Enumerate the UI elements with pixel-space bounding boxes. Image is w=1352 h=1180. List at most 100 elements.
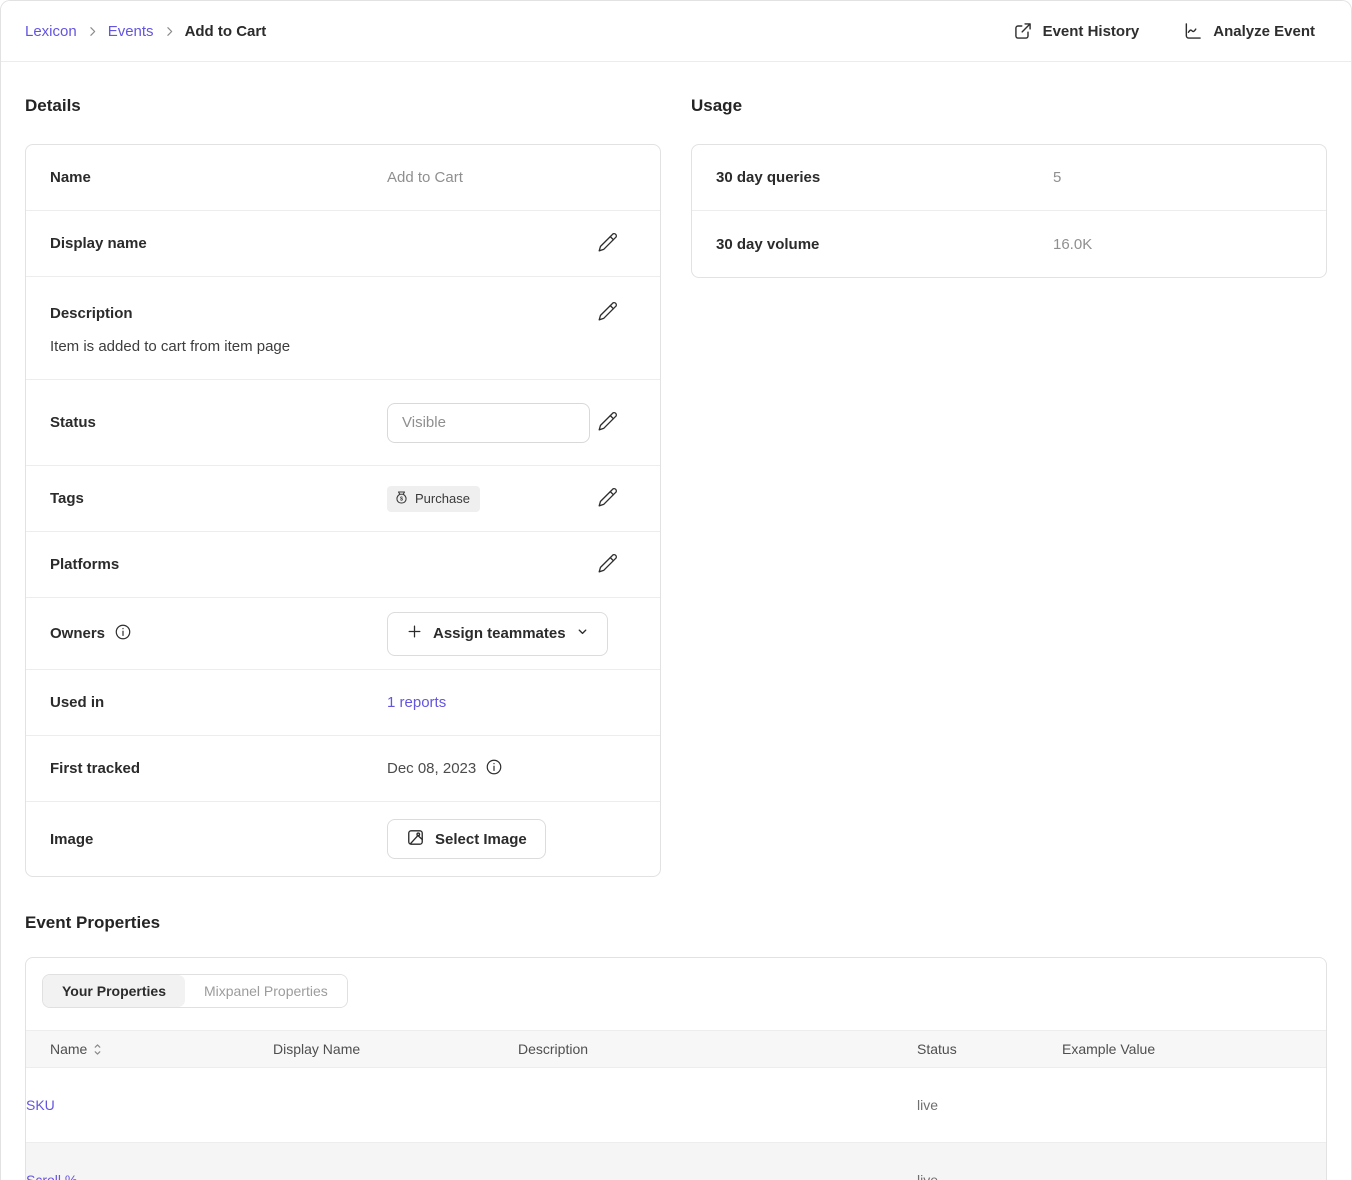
detail-row-owners: Owners Assign teammates xyxy=(26,598,660,670)
edit-tags-button[interactable] xyxy=(593,483,622,515)
external-link-icon xyxy=(1013,21,1033,41)
usage-row-volume: 30 day volume 16.0K xyxy=(692,211,1326,277)
topbar: Lexicon Events Add to Cart Event History xyxy=(1,1,1351,62)
image-label: Image xyxy=(50,831,387,848)
pencil-icon xyxy=(597,232,618,256)
plus-icon xyxy=(406,623,423,644)
property-link-sku[interactable]: SKU xyxy=(26,1097,55,1113)
detail-row-image: Image Select Image xyxy=(26,802,660,876)
pencil-icon xyxy=(597,487,618,511)
assign-teammates-button[interactable]: Assign teammates xyxy=(387,612,608,656)
breadcrumb-current-event: Add to Cart xyxy=(185,23,267,40)
info-icon xyxy=(114,623,132,644)
svg-text:$: $ xyxy=(400,496,403,502)
detail-row-tags: Tags $ Purchase xyxy=(26,466,660,532)
line-chart-icon xyxy=(1183,21,1203,41)
usage-heading: Usage xyxy=(691,93,1327,119)
info-icon xyxy=(485,758,503,779)
select-image-label: Select Image xyxy=(435,831,527,848)
first-tracked-label: First tracked xyxy=(50,760,387,777)
name-column-label: Name xyxy=(50,1041,87,1057)
details-card: Name Add to Cart Display name xyxy=(25,144,661,877)
tab-your-properties[interactable]: Your Properties xyxy=(43,975,185,1007)
platforms-label: Platforms xyxy=(50,556,387,573)
detail-row-platforms: Platforms xyxy=(26,532,660,598)
column-header-name[interactable]: Name xyxy=(26,1031,273,1068)
properties-table: Name Display Name Description Status Exa… xyxy=(26,1030,1326,1180)
edit-platforms-button[interactable] xyxy=(593,549,622,581)
queries-label: 30 day queries xyxy=(716,169,1053,186)
owners-label: Owners xyxy=(50,625,105,642)
table-header-row: Name Display Name Description Status Exa… xyxy=(26,1031,1326,1068)
breadcrumb-lexicon[interactable]: Lexicon xyxy=(25,23,77,40)
sort-icon xyxy=(92,1043,103,1056)
table-row: Scroll % live xyxy=(26,1143,1326,1180)
edit-display-name-button[interactable] xyxy=(593,228,622,260)
image-icon xyxy=(406,828,425,851)
chevron-right-icon xyxy=(163,25,176,38)
event-properties-card: Your Properties Mixpanel Properties Name xyxy=(25,957,1327,1180)
tags-label: Tags xyxy=(50,490,387,507)
lexicon-event-detail-page: Lexicon Events Add to Cart Event History xyxy=(0,0,1352,1180)
cell-description xyxy=(518,1143,917,1180)
properties-tabs: Your Properties Mixpanel Properties xyxy=(42,974,348,1008)
used-in-reports-link[interactable]: 1 reports xyxy=(387,694,446,711)
details-heading: Details xyxy=(25,93,661,119)
assign-teammates-label: Assign teammates xyxy=(433,625,566,642)
description-text: Item is added to cart from item page xyxy=(50,338,636,355)
name-value: Add to Cart xyxy=(387,169,463,186)
select-image-button[interactable]: Select Image xyxy=(387,819,546,859)
detail-row-name: Name Add to Cart xyxy=(26,145,660,211)
detail-row-first-tracked: First tracked Dec 08, 2023 xyxy=(26,736,660,802)
pencil-icon xyxy=(597,553,618,577)
pencil-icon xyxy=(597,411,618,435)
description-label: Description xyxy=(50,305,133,322)
property-link-scroll[interactable]: Scroll % xyxy=(26,1172,77,1180)
edit-description-button[interactable] xyxy=(593,297,622,329)
column-header-display-name: Display Name xyxy=(273,1031,518,1068)
usage-card: 30 day queries 5 30 day volume 16.0K xyxy=(691,144,1327,278)
cell-display-name xyxy=(273,1143,518,1180)
detail-row-description: Description Item is added to cart from i… xyxy=(26,277,660,380)
column-header-status: Status xyxy=(917,1031,1062,1068)
event-history-button[interactable]: Event History xyxy=(1013,21,1140,41)
cell-example-value xyxy=(1062,1143,1326,1180)
volume-label: 30 day volume xyxy=(716,236,1053,253)
queries-value: 5 xyxy=(1053,169,1061,186)
cell-description xyxy=(518,1068,917,1143)
event-properties-heading: Event Properties xyxy=(25,910,1327,936)
topbar-actions: Event History Analyze Event xyxy=(1013,21,1315,41)
column-header-example-value: Example Value xyxy=(1062,1031,1326,1068)
status-badge: live xyxy=(917,1172,938,1180)
breadcrumb: Lexicon Events Add to Cart xyxy=(25,23,266,40)
table-row: SKU live xyxy=(26,1068,1326,1143)
tab-mixpanel-properties[interactable]: Mixpanel Properties xyxy=(185,975,347,1007)
detail-row-status: Status Visible xyxy=(26,380,660,466)
name-label: Name xyxy=(50,169,387,186)
used-in-label: Used in xyxy=(50,694,387,711)
analyze-event-button[interactable]: Analyze Event xyxy=(1183,21,1315,41)
status-badge: live xyxy=(917,1097,938,1113)
analyze-event-label: Analyze Event xyxy=(1213,23,1315,40)
first-tracked-value: Dec 08, 2023 xyxy=(387,760,476,777)
status-label: Status xyxy=(50,414,387,431)
tag-chip-purchase[interactable]: $ Purchase xyxy=(387,486,480,512)
money-bag-icon: $ xyxy=(394,490,409,508)
edit-status-button[interactable] xyxy=(593,407,622,439)
status-input[interactable]: Visible xyxy=(387,403,590,443)
first-tracked-info-button[interactable] xyxy=(485,758,503,779)
cell-example-value xyxy=(1062,1068,1326,1143)
display-name-label: Display name xyxy=(50,235,387,252)
cell-display-name xyxy=(273,1068,518,1143)
usage-row-queries: 30 day queries 5 xyxy=(692,145,1326,211)
chevron-down-icon xyxy=(576,625,589,642)
breadcrumb-events[interactable]: Events xyxy=(108,23,154,40)
column-header-description: Description xyxy=(518,1031,917,1068)
status-value: Visible xyxy=(402,414,446,431)
chevron-right-icon xyxy=(86,25,99,38)
detail-row-used-in: Used in 1 reports xyxy=(26,670,660,736)
detail-row-display-name: Display name xyxy=(26,211,660,277)
tag-label: Purchase xyxy=(415,491,470,506)
pencil-icon xyxy=(597,301,618,325)
owners-info-button[interactable] xyxy=(114,623,132,644)
